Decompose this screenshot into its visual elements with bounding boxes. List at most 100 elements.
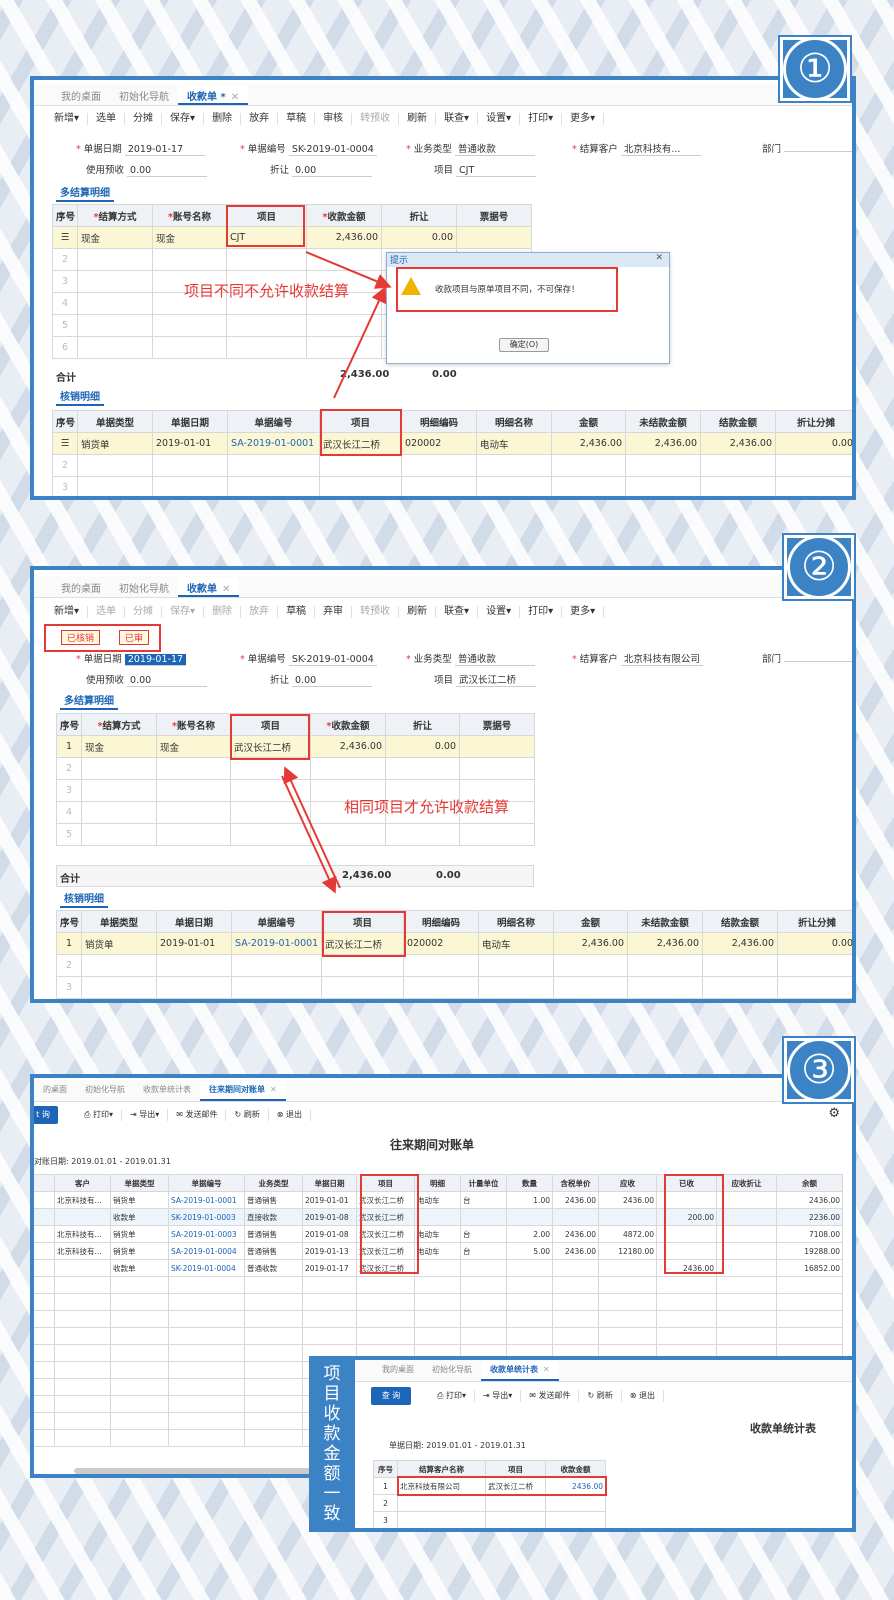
prepay-input[interactable]: 0.00 — [127, 675, 208, 687]
cell[interactable]: 现金 — [152, 226, 227, 249]
print-button[interactable]: 打印▾ — [520, 606, 563, 618]
dept-input[interactable] — [784, 151, 852, 152]
doc-link[interactable]: SA-2019-01-0001 — [168, 1191, 245, 1209]
allocate-button[interactable]: 分摊 — [125, 113, 163, 125]
cell[interactable] — [456, 226, 532, 249]
tab-init-nav[interactable]: 初始化导航 — [76, 1081, 134, 1101]
close-icon[interactable]: ✕ — [231, 92, 239, 103]
cell[interactable]: 现金 — [77, 226, 153, 249]
draft-button[interactable]: 草稿 — [278, 606, 316, 618]
no-input[interactable]: SK-2019-01-0004 — [288, 654, 377, 666]
dept-input[interactable] — [784, 661, 852, 662]
link-query-button[interactable]: 联查▾ — [436, 113, 479, 125]
query-button[interactable]: t 询 — [34, 1106, 58, 1124]
table-row[interactable]: 3 — [373, 1511, 606, 1528]
tab-receipt[interactable]: 收款单 ✕ — [178, 577, 240, 597]
doc-link[interactable]: SK-2019-01-0003 — [168, 1208, 245, 1226]
refresh-button[interactable]: 刷新 — [399, 113, 437, 125]
send-email-button[interactable]: ✉ 发送邮件 — [168, 1109, 227, 1121]
row-menu-icon[interactable]: ☰ — [52, 226, 78, 249]
type-input[interactable]: 普通收款 — [454, 141, 535, 156]
tab-init-nav[interactable]: 初始化导航 — [423, 1361, 481, 1381]
doc-link[interactable]: SA-2019-01-0004 — [168, 1242, 245, 1260]
export-button[interactable]: ⇥ 导出▾ — [475, 1390, 522, 1402]
customer-input[interactable]: 北京科技有限公司 — [620, 651, 703, 666]
new-button[interactable]: 新增▾ — [46, 113, 89, 125]
tab-receipt-stats[interactable]: 收款单统计表 — [134, 1081, 200, 1101]
table-row[interactable]: 2 — [56, 757, 535, 780]
h-scrollbar[interactable] — [74, 1468, 314, 1474]
doc-link[interactable]: SA-2019-01-0003 — [168, 1225, 245, 1243]
row-menu-icon[interactable]: ☰ — [52, 432, 78, 455]
delete-button[interactable]: 删除 — [204, 606, 242, 618]
tab-receipt-stats[interactable]: 收款单统计表 ✕ — [481, 1361, 559, 1381]
delete-button[interactable]: 删除 — [204, 113, 242, 125]
discard-button[interactable]: 放弃 — [241, 113, 279, 125]
refresh-button[interactable]: ↻ 刷新 — [579, 1390, 622, 1402]
to-prepay-button[interactable]: 转预收 — [352, 113, 400, 125]
tab-desktop[interactable]: 我的桌面 — [52, 577, 110, 597]
print-button[interactable]: ⎙ 打印▾ — [429, 1390, 475, 1402]
discard-button[interactable]: 放弃 — [241, 606, 279, 618]
allocate-button[interactable]: 分摊 — [125, 606, 163, 618]
tab-statement[interactable]: 往来期间对账单 ✕ — [200, 1081, 286, 1101]
more-button[interactable]: 更多▾ — [562, 113, 605, 125]
tab-receipt[interactable]: 收款单 * ✕ — [178, 85, 249, 105]
tab-desktop[interactable]: 的桌面 — [34, 1081, 76, 1101]
table-row[interactable]: 1 销货单 2019-01-01 SA-2019-01-0001 武汉长江二桥 02000… — [56, 932, 852, 955]
unaudit-button[interactable]: 弃审 — [315, 606, 353, 618]
table-row[interactable]: 2 — [56, 954, 852, 977]
tab-init-nav[interactable]: 初始化导航 — [110, 577, 178, 597]
date-input[interactable]: 2019-01-17 — [124, 144, 205, 156]
prepay-input[interactable]: 0.00 — [127, 165, 208, 177]
draft-button[interactable]: 草稿 — [278, 113, 316, 125]
new-button[interactable]: 新增▾ — [46, 606, 89, 618]
discount-input[interactable]: 0.00 — [292, 675, 373, 687]
exit-button[interactable]: ⊗ 退出 — [622, 1390, 664, 1402]
refresh-button[interactable]: 刷新 — [399, 606, 437, 618]
cell[interactable]: 2,436.00 — [306, 226, 382, 249]
save-button[interactable]: 保存▾ — [162, 113, 205, 125]
type-input[interactable]: 普通收款 — [454, 651, 535, 666]
print-button[interactable]: 打印▾ — [520, 113, 563, 125]
doc-link[interactable]: SA-2019-01-0001 — [227, 432, 320, 455]
query-button[interactable]: 查 询 — [371, 1387, 411, 1405]
more-button[interactable]: 更多▾ — [562, 606, 605, 618]
customer-input[interactable]: 北京科技有... — [620, 141, 701, 156]
close-icon[interactable]: ✕ — [270, 1085, 277, 1094]
table-row[interactable]: 2 — [373, 1494, 606, 1512]
to-prepay-button[interactable]: 转预收 — [352, 606, 400, 618]
cell[interactable]: 0.00 — [381, 226, 457, 249]
settings-button[interactable]: 设置▾ — [478, 606, 521, 618]
audit-button[interactable]: 审核 — [315, 113, 353, 125]
exit-button[interactable]: ⊗ 退出 — [269, 1109, 311, 1121]
project-input[interactable]: CJT — [456, 165, 537, 177]
no-input[interactable]: SK-2019-01-0004 — [288, 144, 377, 156]
print-button[interactable]: ⎙ 打印▾ — [76, 1109, 122, 1121]
tab-init-nav[interactable]: 初始化导航 — [110, 85, 178, 105]
discount-input[interactable]: 0.00 — [292, 165, 373, 177]
table-row[interactable]: 3 — [56, 976, 852, 999]
save-button[interactable]: 保存▾ — [162, 606, 205, 618]
table-row[interactable]: 5 — [56, 823, 535, 846]
tab-desktop[interactable]: 我的桌面 — [373, 1361, 423, 1381]
close-icon[interactable]: ✕ — [655, 253, 663, 263]
close-icon[interactable]: ✕ — [543, 1365, 550, 1374]
table-row[interactable]: 2 — [52, 454, 852, 477]
project-input[interactable]: 武汉长江二桥 — [456, 672, 537, 687]
settings-button[interactable]: 设置▾ — [478, 113, 521, 125]
table-row[interactable]: 3 — [52, 476, 852, 496]
export-button[interactable]: ⇥ 导出▾ — [122, 1109, 169, 1121]
tab-desktop[interactable]: 我的桌面 — [52, 85, 110, 105]
select-button[interactable]: 选单 — [88, 113, 126, 125]
gear-icon[interactable]: ⚙ — [828, 1106, 840, 1121]
close-icon[interactable]: ✕ — [222, 584, 230, 595]
ok-button[interactable]: 确定(O) — [499, 338, 549, 352]
refresh-button[interactable]: ↻ 刷新 — [226, 1109, 269, 1121]
date-input[interactable]: 2019-01-17 — [124, 654, 187, 666]
table-row[interactable]: ☰ 销货单 2019-01-01 SA-2019-01-0001 武汉长江二桥 0200… — [52, 432, 852, 455]
send-email-button[interactable]: ✉ 发送邮件 — [521, 1390, 580, 1402]
link-query-button[interactable]: 联查▾ — [436, 606, 479, 618]
select-button[interactable]: 选单 — [88, 606, 126, 618]
doc-link[interactable]: SK-2019-01-0004 — [168, 1259, 245, 1277]
